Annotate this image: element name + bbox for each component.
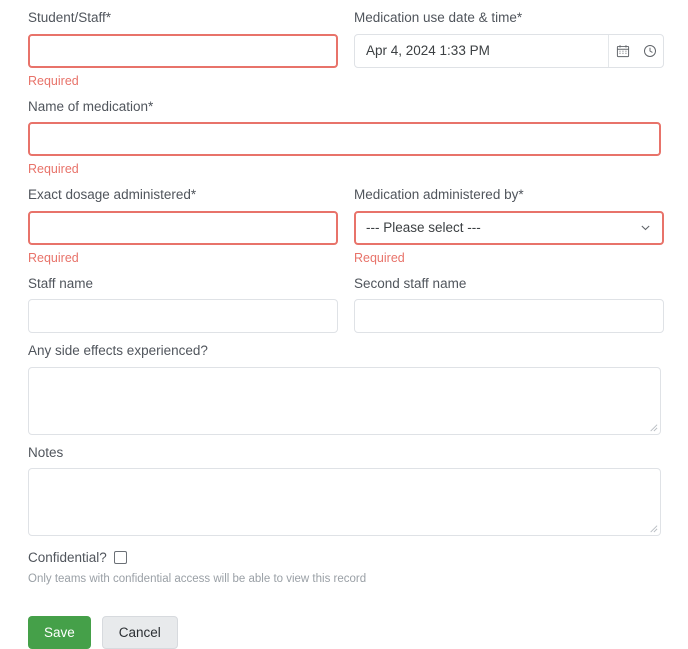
student-staff-input[interactable] [28, 33, 338, 68]
confidential-checkbox[interactable] [113, 551, 127, 565]
field-second-staff-name: Second staff name [354, 266, 664, 334]
field-administered-by: Medication administered by* --- Please s… [354, 177, 664, 266]
form-row-5: Any side effects experienced? [28, 333, 661, 435]
administered-by-select[interactable]: --- Please select --- [354, 210, 664, 245]
dosage-input[interactable] [28, 210, 338, 245]
form-row-6: Notes [28, 435, 661, 537]
confidential-help-text: Only teams with confidential access will… [28, 573, 367, 586]
med-name-input[interactable] [28, 122, 661, 157]
confidential-row: Confidential? [28, 536, 660, 565]
administered-by-error: Required [354, 250, 405, 265]
med-name-label: Name of medication* [28, 98, 154, 114]
administered-by-select-wrap: --- Please select --- [354, 210, 664, 245]
chevron-down-icon [638, 221, 652, 235]
form-row-3: Exact dosage administered* Required Medi… [28, 177, 664, 266]
side-effects-label: Any side effects experienced? [28, 343, 208, 359]
clock-icon[interactable] [636, 35, 663, 67]
side-effects-textarea[interactable] [28, 366, 661, 435]
field-med-datetime: Medication use date & time* Apr 4, 2024 … [354, 0, 664, 89]
form-row-2: Name of medication* Required [28, 89, 661, 178]
field-notes: Notes [28, 435, 661, 537]
administered-by-label: Medication administered by* [354, 187, 524, 203]
staff-name-input[interactable] [28, 299, 338, 334]
administered-by-selected-value: --- Please select --- [366, 220, 481, 236]
med-datetime-label: Medication use date & time* [354, 10, 523, 25]
calendar-icon[interactable] [609, 35, 636, 67]
form-row-4: Staff name Second staff name [28, 266, 664, 334]
dosage-error: Required [28, 250, 79, 265]
second-staff-name-label: Second staff name [354, 275, 467, 291]
resize-handle-icon[interactable] [647, 421, 658, 432]
save-button[interactable]: Save [28, 616, 91, 649]
field-med-name: Name of medication* Required [28, 89, 661, 178]
second-staff-name-input[interactable] [354, 299, 664, 334]
form-actions: Save Cancel [28, 587, 660, 649]
field-student-staff: Student/Staff* Required [28, 0, 338, 89]
field-staff-name: Staff name [28, 266, 338, 334]
form-row-1: Student/Staff* Required Medication use d… [28, 0, 664, 89]
med-datetime-icons [608, 34, 663, 67]
notes-textarea[interactable] [28, 468, 661, 537]
dosage-label: Exact dosage administered* [28, 187, 197, 203]
med-name-error: Required [28, 162, 79, 177]
staff-name-label: Staff name [28, 275, 94, 291]
notes-label: Notes [28, 444, 64, 460]
student-staff-label: Student/Staff* [28, 10, 112, 25]
field-side-effects: Any side effects experienced? [28, 333, 661, 435]
med-datetime-value: Apr 4, 2024 1:33 PM [366, 43, 490, 59]
cancel-button[interactable]: Cancel [101, 616, 178, 649]
student-staff-error: Required [28, 73, 79, 88]
resize-handle-icon[interactable] [647, 522, 658, 533]
med-datetime-input[interactable]: Apr 4, 2024 1:33 PM [354, 33, 664, 68]
medication-record-form: Student/Staff* Required Medication use d… [0, 0, 688, 649]
field-dosage: Exact dosage administered* Required [28, 177, 338, 266]
confidential-label: Confidential? [28, 550, 107, 566]
